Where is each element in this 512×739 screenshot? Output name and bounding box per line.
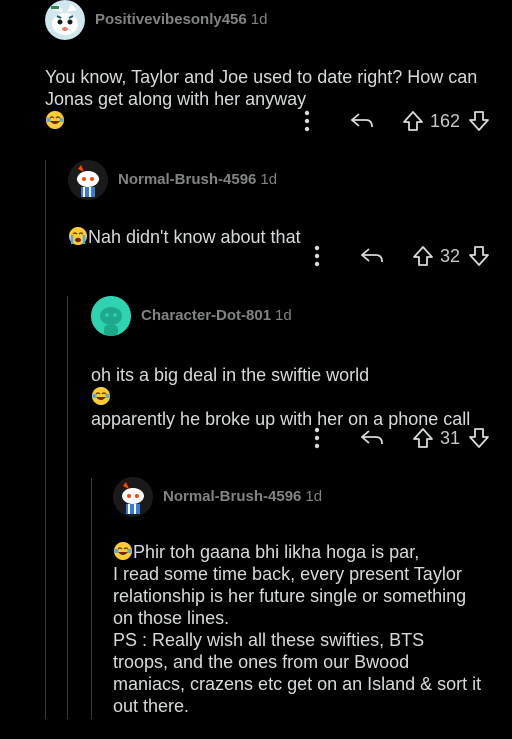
comment-text: I read some time back, every present Tay… <box>113 564 482 716</box>
more-options-button[interactable] <box>302 245 332 267</box>
more-options-button[interactable] <box>292 110 322 132</box>
comment-age: 1d <box>260 171 278 188</box>
comment-text: You know, Taylor and Joe used to date ri… <box>45 67 478 109</box>
vote-count: 32 <box>439 245 460 266</box>
comment-header: Positivevibesonly456 1d <box>45 0 512 40</box>
tears-of-joy-emoji-icon <box>46 111 64 129</box>
more-vertical-icon <box>314 245 320 267</box>
thread-line-level-2 <box>67 296 68 719</box>
comment-text-line-1: Phir toh gaana bhi likha hoga is par, <box>133 542 420 562</box>
tiger-avatar-icon <box>45 0 85 40</box>
comment-body: Phir toh gaana bhi likha hoga is par, I … <box>113 519 483 739</box>
reply-icon <box>360 248 383 263</box>
upvote-icon <box>413 246 433 266</box>
tears-of-joy-emoji-icon <box>114 542 132 560</box>
downvote-icon <box>469 428 489 448</box>
comment-age: 1d <box>305 488 323 505</box>
comment-actions: 32 <box>302 241 490 271</box>
comment: Normal-Brush-4596 1d Nah didn't know abou… <box>68 160 512 248</box>
reply-icon <box>350 113 373 128</box>
username[interactable]: Character-Dot-801 <box>141 307 271 324</box>
avatar[interactable] <box>45 0 85 40</box>
avatar[interactable] <box>113 477 153 517</box>
downvote-icon <box>469 111 489 131</box>
username[interactable]: Normal-Brush-4596 <box>163 488 301 505</box>
username[interactable]: Normal-Brush-4596 <box>118 171 256 188</box>
upvote-icon <box>403 111 423 131</box>
thread-line-level-1 <box>45 160 46 719</box>
downvote-button[interactable] <box>468 110 490 132</box>
comment-actions: 31 <box>302 423 490 453</box>
comment-text-line-1: oh its a big deal in the swiftie world <box>91 365 370 385</box>
tears-of-joy-emoji-icon <box>92 387 110 405</box>
reply-icon <box>360 430 383 445</box>
vote-count: 31 <box>439 427 460 448</box>
upvote-button[interactable] <box>412 427 434 449</box>
reply-button[interactable] <box>332 247 412 265</box>
downvote-button[interactable] <box>468 245 490 267</box>
comment-text: Nah didn't know about that <box>88 227 301 247</box>
comment-header: Character-Dot-801 1d <box>91 296 512 336</box>
upvote-icon <box>413 428 433 448</box>
downvote-icon <box>469 246 489 266</box>
comment: Character-Dot-801 1d oh its a big deal in… <box>91 296 512 430</box>
username[interactable]: Positivevibesonly456 <box>95 11 247 28</box>
upvote-button[interactable] <box>402 110 424 132</box>
crying-emoji-icon <box>69 227 87 245</box>
snoo-avatar-icon <box>68 160 108 200</box>
default-avatar-icon <box>91 296 131 336</box>
comment-actions: 162 <box>292 106 490 136</box>
reply-button[interactable] <box>332 429 412 447</box>
avatar[interactable] <box>68 160 108 200</box>
comment-age: 1d <box>250 11 268 28</box>
vote-count: 162 <box>429 110 460 131</box>
comment-header: Normal-Brush-4596 1d <box>113 477 512 517</box>
more-options-button[interactable] <box>302 427 332 449</box>
upvote-button[interactable] <box>412 245 434 267</box>
avatar[interactable] <box>91 296 131 336</box>
more-vertical-icon <box>314 427 320 449</box>
thread-line-level-3 <box>91 478 92 719</box>
comment: Normal-Brush-4596 1d Phir toh gaana bhi l… <box>113 477 512 739</box>
comment-age: 1d <box>275 307 292 324</box>
comment-body: oh its a big deal in the swiftie world a… <box>91 342 491 430</box>
more-vertical-icon <box>304 110 310 132</box>
snoo-avatar-icon <box>113 477 153 517</box>
reply-button[interactable] <box>322 112 402 130</box>
comment-header: Normal-Brush-4596 1d <box>68 160 512 200</box>
downvote-button[interactable] <box>468 427 490 449</box>
